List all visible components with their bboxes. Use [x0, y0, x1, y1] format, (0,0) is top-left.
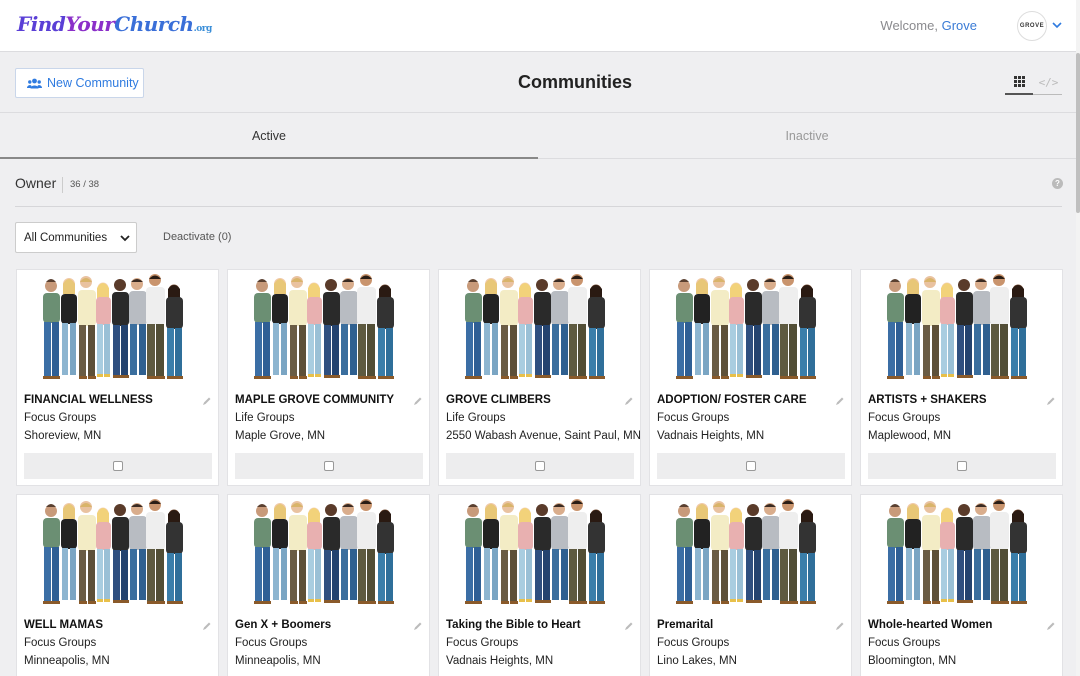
community-name[interactable]: ARTISTS + SHAKERS [868, 394, 987, 406]
card-select-footer[interactable] [657, 453, 845, 479]
community-type: Focus Groups [657, 412, 730, 424]
page-toolbar: New Community Communities </> [0, 53, 1076, 113]
community-location: Maplewood, MN [868, 430, 952, 442]
card-select-footer[interactable] [868, 453, 1056, 479]
community-name[interactable]: Premarital [657, 619, 713, 631]
community-image[interactable] [461, 272, 621, 385]
community-card[interactable]: Whole-hearted Women Focus Groups Bloomin… [860, 494, 1063, 676]
chevron-down-icon[interactable] [1052, 20, 1062, 30]
community-type: Focus Groups [235, 637, 308, 649]
community-card[interactable]: GROVE CLIMBERS Life Groups 2550 Wabash A… [438, 269, 641, 486]
tab-active[interactable]: Active [0, 114, 538, 159]
community-location: 2550 Wabash Avenue, Saint Paul, MN [446, 430, 641, 442]
community-location: Bloomington, MN [868, 655, 957, 667]
community-image[interactable] [39, 272, 199, 385]
top-bar: FindYourChurch.org Welcome, Grove GROVE [0, 0, 1080, 52]
welcome-text: Welcome, Grove [880, 18, 977, 33]
avatar[interactable]: GROVE [1017, 11, 1047, 41]
select-checkbox[interactable] [324, 461, 334, 471]
card-select-footer[interactable] [446, 453, 634, 479]
page-title: Communities [517, 72, 632, 92]
owner-count: 36 / 38 [62, 177, 99, 193]
community-type: Focus Groups [657, 637, 730, 649]
community-location: Vadnais Heights, MN [446, 655, 554, 667]
community-name[interactable]: FINANCIAL WELLNESS [24, 394, 153, 406]
view-toggle: </> [1005, 70, 1062, 95]
community-image[interactable] [250, 497, 410, 610]
chevron-down-icon [120, 235, 130, 242]
select-checkbox[interactable] [746, 461, 756, 471]
community-location: Lino Lakes, MN [657, 655, 737, 667]
community-image[interactable] [883, 497, 1043, 610]
community-type: Focus Groups [24, 637, 97, 649]
community-image[interactable] [250, 272, 410, 385]
community-card[interactable]: Taking the Bible to Heart Focus Groups V… [438, 494, 641, 676]
grid-view-icon[interactable] [1005, 70, 1033, 95]
community-name[interactable]: WELL MAMAS [24, 619, 103, 631]
community-card[interactable]: WELL MAMAS Focus Groups Minneapolis, MN [16, 494, 219, 676]
status-tabs: Active Inactive [0, 114, 1076, 159]
card-select-footer[interactable] [24, 453, 212, 479]
community-image[interactable] [883, 272, 1043, 385]
edit-pencil-icon[interactable] [624, 621, 634, 631]
community-image[interactable] [672, 497, 832, 610]
card-select-footer[interactable] [235, 453, 423, 479]
community-type: Life Groups [446, 412, 506, 424]
select-checkbox[interactable] [113, 461, 123, 471]
community-card[interactable]: MAPLE GROVE COMMUNITY Life Groups Maple … [227, 269, 430, 486]
community-location: Minneapolis, MN [235, 655, 321, 667]
select-checkbox[interactable] [957, 461, 967, 471]
edit-pencil-icon[interactable] [835, 396, 845, 406]
community-image[interactable] [461, 497, 621, 610]
edit-pencil-icon[interactable] [624, 396, 634, 406]
community-name[interactable]: Whole-hearted Women [868, 619, 992, 631]
select-checkbox[interactable] [535, 461, 545, 471]
community-image[interactable] [39, 497, 199, 610]
community-name[interactable]: ADOPTION/ FOSTER CARE [657, 394, 807, 406]
community-image[interactable] [672, 272, 832, 385]
community-type: Focus Groups [446, 637, 519, 649]
edit-pencil-icon[interactable] [202, 621, 212, 631]
community-type: Life Groups [235, 412, 295, 424]
community-location: Shoreview, MN [24, 430, 102, 442]
findyourchurch-logo[interactable]: FindYourChurch.org [17, 12, 212, 36]
community-name[interactable]: GROVE CLIMBERS [446, 394, 551, 406]
edit-pencil-icon[interactable] [1046, 621, 1056, 631]
community-card[interactable]: Premarital Focus Groups Lino Lakes, MN [649, 494, 852, 676]
community-card[interactable]: ARTISTS + SHAKERS Focus Groups Maplewood… [860, 269, 1063, 486]
deactivate-button[interactable]: Deactivate (0) [163, 231, 231, 243]
community-card[interactable]: Gen X + Boomers Focus Groups Minneapolis… [227, 494, 430, 676]
community-location: Vadnais Heights, MN [657, 430, 765, 442]
user-name[interactable]: Grove [942, 18, 977, 33]
edit-pencil-icon[interactable] [202, 396, 212, 406]
edit-pencil-icon[interactable] [413, 396, 423, 406]
tab-inactive[interactable]: Inactive [538, 114, 1076, 159]
community-location: Minneapolis, MN [24, 655, 110, 667]
owner-label: Owner [15, 175, 57, 191]
edit-pencil-icon[interactable] [835, 621, 845, 631]
help-icon[interactable]: ? [1052, 178, 1063, 189]
community-card[interactable]: ADOPTION/ FOSTER CARE Focus Groups Vadna… [649, 269, 852, 486]
scrollbar-thumb[interactable] [1076, 53, 1080, 213]
edit-pencil-icon[interactable] [413, 621, 423, 631]
community-card[interactable]: FINANCIAL WELLNESS Focus Groups Shorevie… [16, 269, 219, 486]
community-type: Focus Groups [24, 412, 97, 424]
community-name[interactable]: Gen X + Boomers [235, 619, 331, 631]
code-view-icon[interactable]: </> [1035, 70, 1062, 95]
community-filter-select[interactable]: All Communities [15, 222, 137, 253]
community-name[interactable]: Taking the Bible to Heart [446, 619, 581, 631]
community-name[interactable]: MAPLE GROVE COMMUNITY [235, 394, 394, 406]
edit-pencil-icon[interactable] [1046, 396, 1056, 406]
section-divider [15, 206, 1062, 207]
community-type: Focus Groups [868, 412, 941, 424]
community-type: Focus Groups [868, 637, 941, 649]
community-location: Maple Grove, MN [235, 430, 326, 442]
